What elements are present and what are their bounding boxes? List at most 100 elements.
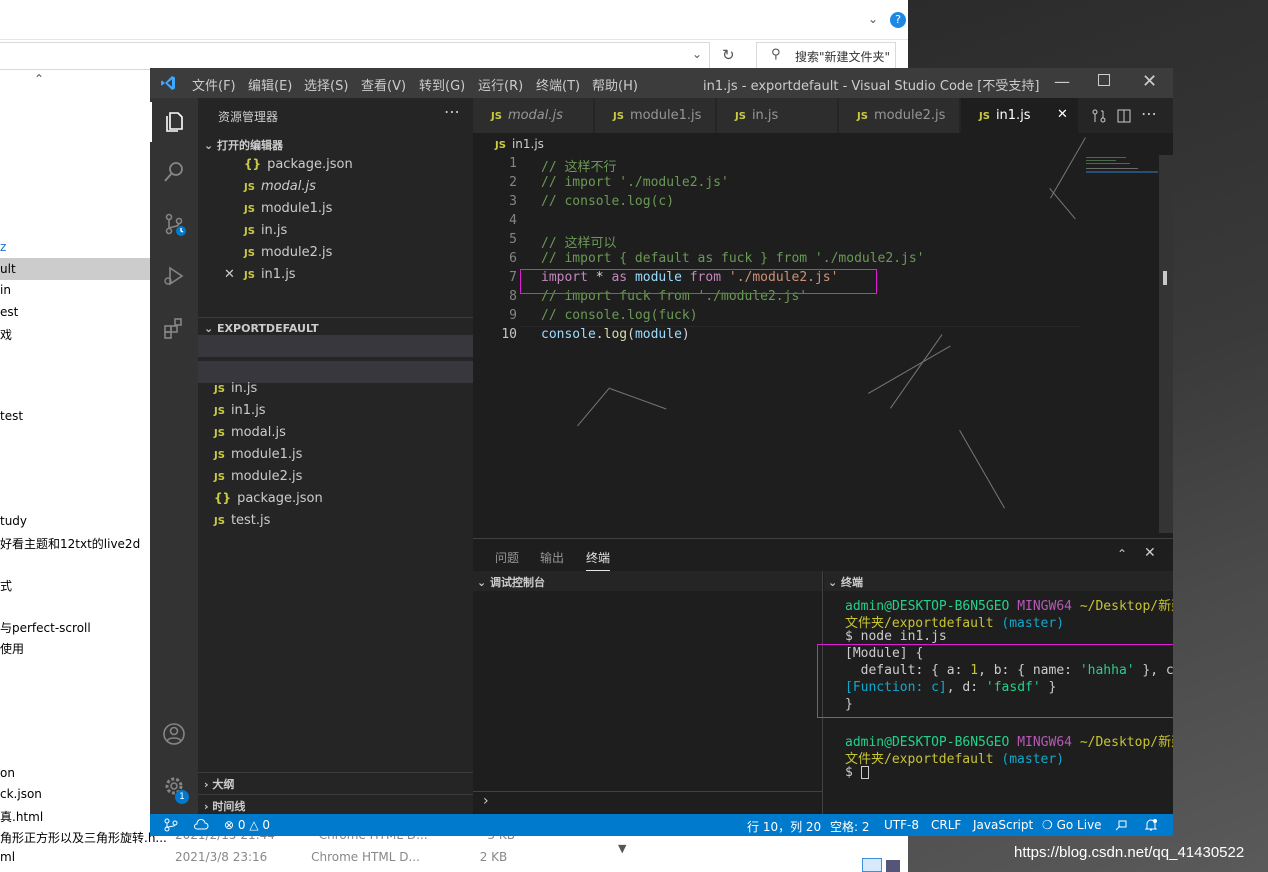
nav-tree-item[interactable]: tudy <box>0 514 27 528</box>
more-actions-icon[interactable]: ⋯ <box>1141 104 1157 123</box>
nav-tree-item[interactable]: 使用 <box>0 640 24 657</box>
refresh-icon[interactable]: ↻ <box>722 46 735 64</box>
tab-terminal[interactable]: 终端 <box>586 549 611 571</box>
file-encoding[interactable]: UTF-8 <box>884 818 919 832</box>
close-icon[interactable]: ✕ <box>1142 71 1157 92</box>
search-input[interactable]: ⚲ 搜索"新建文件夹" <box>756 42 896 70</box>
file-label: in.js <box>230 381 258 396</box>
terminal-header[interactable]: ⌄ 终端 <box>824 571 1173 591</box>
nav-tree-item[interactable]: 角形正方形以及三角形旋转.h... <box>0 829 167 846</box>
nav-tree-item[interactable]: 式 <box>0 577 12 594</box>
scroll-down-icon[interactable]: ▼ <box>618 842 626 855</box>
debug-input-prompt-icon[interactable]: › <box>483 793 489 809</box>
go-live-button[interactable]: ❍ Go Live <box>1042 818 1102 832</box>
run-debug-icon[interactable] <box>162 264 186 288</box>
timeline-label: 时间线 <box>212 800 246 813</box>
details-view-icon[interactable] <box>862 858 882 872</box>
open-editor-item[interactable]: {} package.json <box>244 157 353 172</box>
nav-tree-item[interactable]: test <box>0 409 23 423</box>
nav-tree-item[interactable]: 好看主题和12txt的live2d <box>0 535 140 552</box>
nav-tree-item[interactable]: on <box>0 766 15 780</box>
chevron-up-icon[interactable]: ⌃ <box>1117 547 1127 561</box>
menu-terminal[interactable]: 终端(T) <box>536 75 580 94</box>
nav-tree-item[interactable]: 真.html <box>0 808 43 825</box>
folder-file-item[interactable]: JS in1.js <box>214 403 266 418</box>
close-panel-icon[interactable]: ✕ <box>1144 545 1156 561</box>
folder-header[interactable]: ⌄ EXPORTDEFAULT <box>204 322 319 335</box>
open-changes-icon[interactable] <box>1091 108 1107 124</box>
folder-file-item[interactable]: {} package.json <box>214 491 323 506</box>
extensions-icon[interactable] <box>162 316 186 340</box>
notifications-bell-icon[interactable] <box>1144 818 1158 832</box>
menu-selection[interactable]: 选择(S) <box>304 75 348 94</box>
minimize-icon[interactable]: — <box>1054 72 1070 91</box>
minimap[interactable] <box>1086 155 1158 185</box>
close-tab-icon[interactable]: ✕ <box>1057 107 1068 122</box>
chevron-down-icon[interactable]: ⌄ <box>868 12 878 26</box>
nav-tree-item[interactable]: ck.json <box>0 787 42 801</box>
menu-go[interactable]: 转到(G) <box>419 75 465 94</box>
folder-file-item[interactable]: JS modal.js <box>214 425 286 440</box>
nav-tree-item[interactable]: 戏 <box>0 326 12 343</box>
split-editor-icon[interactable] <box>1116 108 1132 124</box>
nav-tree-item[interactable]: in <box>0 283 11 297</box>
tab-modal-js[interactable]: JS modal.js <box>473 98 594 133</box>
open-editors-header[interactable]: ⌄ 打开的编辑器 <box>204 137 283 153</box>
account-icon[interactable] <box>162 722 186 746</box>
debug-console-header[interactable]: ⌄ 调试控制台 <box>473 571 822 591</box>
open-editor-label: module2.js <box>260 245 333 260</box>
search-icon[interactable] <box>162 160 186 184</box>
open-editor-item[interactable]: JS modal.js <box>244 179 316 194</box>
thumbnail-view-icon[interactable] <box>886 860 900 872</box>
files-icon[interactable] <box>162 110 186 134</box>
language-mode[interactable]: JavaScript <box>973 818 1033 832</box>
open-editor-item[interactable]: JS module1.js <box>244 201 332 216</box>
folder-file-item[interactable]: JS module2.js <box>214 469 302 484</box>
nav-tree-item[interactable]: est <box>0 305 18 319</box>
nav-tree-item[interactable]: 与perfect-scroll <box>0 619 91 636</box>
menu-run[interactable]: 运行(R) <box>478 75 523 94</box>
nav-tree-item[interactable]: ult <box>0 262 16 276</box>
help-icon[interactable]: ? <box>890 12 906 28</box>
folder-file-item[interactable]: JS test.js <box>214 513 270 528</box>
open-editor-item[interactable]: JS in1.js ✕ <box>224 267 296 282</box>
file-row[interactable]: 2021/3/8 23:16 Chrome HTML D... 2 KB <box>175 850 507 864</box>
outline-header[interactable]: › 大纲 <box>204 776 234 792</box>
tab-problems[interactable]: 问题 <box>495 549 519 566</box>
menu-edit[interactable]: 编辑(E) <box>248 75 292 94</box>
tab-module2-js[interactable]: JS module2.js <box>839 98 960 133</box>
source-control-icon[interactable] <box>162 212 186 236</box>
menu-help[interactable]: 帮助(H) <box>592 75 638 94</box>
file-size: 2 KB <box>479 850 508 864</box>
tab-module1-js[interactable]: JS module1.js <box>595 98 716 133</box>
vertical-scrollbar[interactable] <box>1159 155 1173 533</box>
more-actions-icon[interactable]: ⋯ <box>444 102 460 121</box>
timeline-header[interactable]: › 时间线 <box>204 798 245 814</box>
feedback-icon[interactable] <box>1114 818 1128 832</box>
breadcrumb-file: in1.js <box>511 137 544 151</box>
nav-tree-item[interactable]: ml <box>0 850 15 864</box>
menu-view[interactable]: 查看(V) <box>361 75 406 94</box>
terminal-output[interactable]: admin@DESKTOP-B6N5GEO MINGW64 ~/Desktop/… <box>817 591 1173 815</box>
folder-file-item[interactable]: JS module1.js <box>214 447 302 462</box>
editor-tab-bar: JS modal.js JS module1.js JS in.js JS module… <box>473 98 1173 133</box>
folder-file-item[interactable]: JS in.js <box>214 381 257 396</box>
remote-branch-icon[interactable] <box>164 818 178 832</box>
tab-in-js[interactable]: JS in.js <box>717 98 838 133</box>
breadcrumb[interactable]: JS in1.js <box>473 133 544 155</box>
js-file-icon: JS <box>214 384 225 395</box>
cursor-position[interactable]: 行 10，列 20 <box>747 818 821 835</box>
errors-warnings-indicator[interactable]: ⊗ 0 △ 0 <box>224 818 270 832</box>
sync-cloud-icon[interactable] <box>193 818 209 832</box>
maximize-icon[interactable] <box>1098 74 1110 86</box>
code-editor[interactable]: 1 2 3 4 5 6 7 8 9 10 // 这样不行 // import './module2… <box>473 155 1173 533</box>
tab-output[interactable]: 输出 <box>540 549 564 566</box>
open-editor-item[interactable]: JS in.js <box>244 223 287 238</box>
open-editor-item[interactable]: JS module2.js <box>244 245 332 260</box>
end-of-line[interactable]: CRLF <box>931 818 961 832</box>
chevron-down-icon[interactable]: ⌄ <box>692 47 702 61</box>
tab-in1-js[interactable]: JS in1.js ✕ <box>961 98 1079 133</box>
menu-file[interactable]: 文件(F) <box>192 75 236 94</box>
indentation[interactable]: 空格: 2 <box>830 818 870 835</box>
close-editor-icon[interactable]: ✕ <box>224 267 235 282</box>
